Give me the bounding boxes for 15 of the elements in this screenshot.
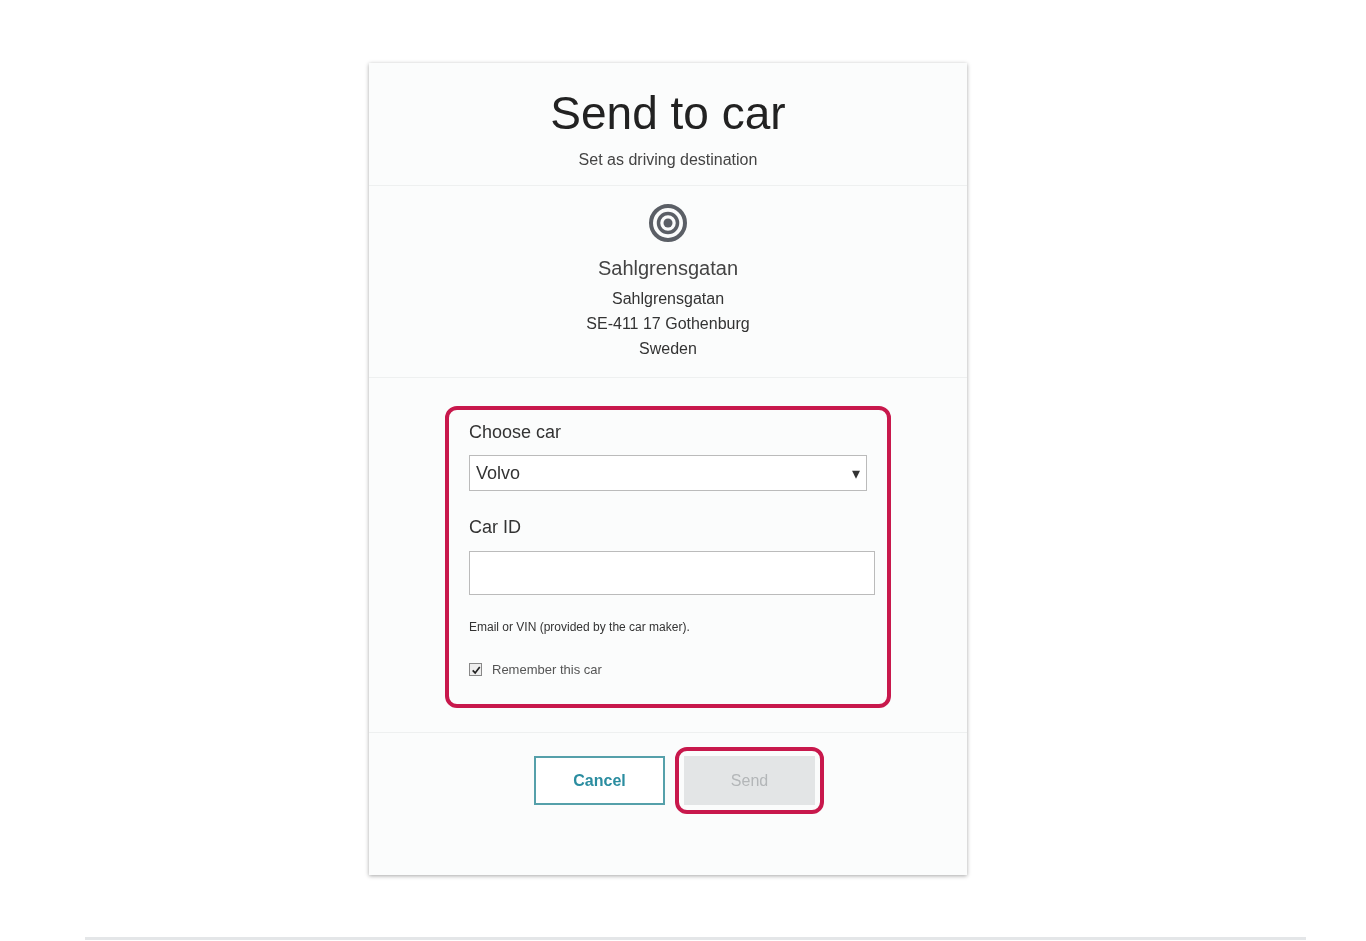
cancel-button[interactable]: Cancel <box>534 756 665 805</box>
dialog-title: Send to car <box>550 86 786 141</box>
dialog-subtitle: Set as driving destination <box>578 151 758 169</box>
checkbox-label: Remember this car <box>492 662 602 677</box>
car-id-field[interactable] <box>469 551 875 595</box>
address-line: Sahlgrensgatan <box>611 289 725 309</box>
address-line: SE-411 17 Gothenburg <box>586 314 750 334</box>
place-name: Sahlgrensgatan <box>597 257 739 280</box>
field-label: Car ID <box>469 517 522 538</box>
field-label: Choose car <box>469 422 563 443</box>
car-select[interactable]: Volvo ▾ <box>469 455 867 491</box>
address-line: Sweden <box>639 339 697 359</box>
checkbox[interactable] <box>469 663 482 676</box>
field-hint: Email or VIN (provided by the car maker). <box>469 620 691 634</box>
target-icon <box>648 203 688 243</box>
